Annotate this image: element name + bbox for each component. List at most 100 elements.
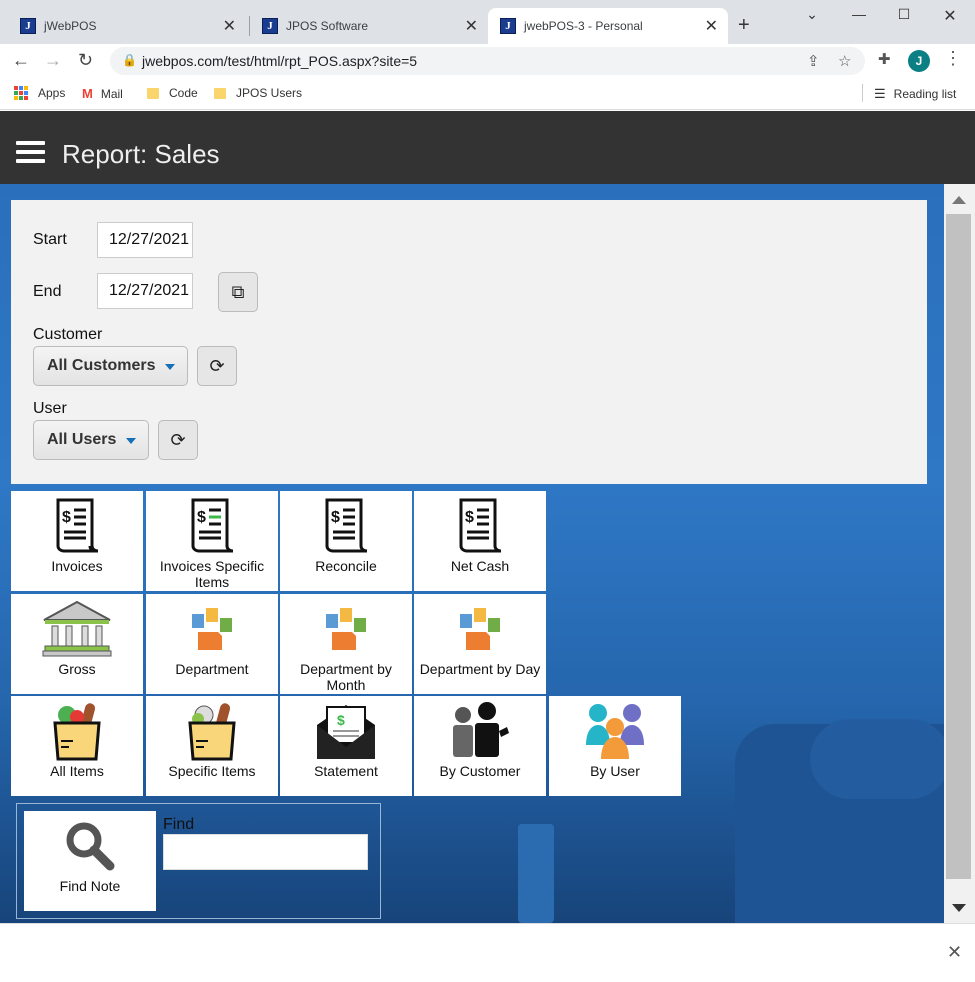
tile-label: Net Cash [450, 558, 510, 574]
customer-label: Customer [33, 326, 103, 343]
refresh-icon: ⟳ [209, 355, 225, 376]
bookmark-code[interactable]: Code [147, 86, 198, 100]
maximize-icon[interactable]: ☐ [889, 6, 919, 23]
all-items-tile[interactable]: All Items [11, 696, 143, 796]
back-icon[interactable]: ← [12, 50, 30, 71]
new-tab-icon[interactable]: + [738, 14, 750, 37]
invoices-tile[interactable]: $ Invoices [11, 491, 143, 591]
scrollbar-thumb[interactable] [946, 214, 971, 879]
gmail-icon: M [82, 86, 93, 101]
reading-list[interactable]: ☰ Reading list [874, 86, 956, 102]
lock-icon: 🔒 [122, 53, 137, 67]
tile-label: All Items [50, 763, 104, 779]
vertical-scrollbar[interactable] [944, 184, 975, 923]
star-icon[interactable]: ☆ [838, 52, 851, 70]
browser-tab-jwebpos[interactable]: J jWebPOS ✕ [8, 8, 246, 44]
tile-label: Statement [314, 763, 378, 779]
end-label: End [33, 283, 62, 300]
tile-label: Reconcile [315, 558, 377, 574]
specific-items-tile[interactable]: Specific Items [146, 696, 278, 796]
reconcile-tile[interactable]: $ Reconcile [280, 491, 412, 591]
minimize-icon[interactable]: — [844, 6, 874, 22]
bookmark-label: Mail [100, 86, 123, 101]
tab-title: jWebPOS [44, 19, 97, 33]
bottom-notification-bar: ✕ [0, 923, 975, 982]
refresh-customers-button[interactable]: ⟳ [197, 346, 237, 386]
more-menu-icon[interactable]: ⋮ [944, 48, 962, 69]
tab-title: JPOS Software [286, 19, 369, 33]
copy-icon: ⧉ [231, 281, 245, 302]
customer-dropdown[interactable]: All Customers [33, 346, 188, 386]
statement-tile[interactable]: $ Statement [280, 696, 412, 796]
user-label: User [33, 400, 67, 417]
tile-label: Gross [58, 661, 96, 677]
bookmarks-bar: Apps M Mail Code JPOS Users ☰ Reading li… [0, 78, 975, 110]
receipt-icon: $ [280, 497, 412, 555]
start-date-input[interactable]: 12/27/2021 [97, 222, 193, 258]
extensions-icon[interactable]: ✚ [878, 50, 891, 68]
browser-tab-jwebpos-personal[interactable]: J jwebPOS-3 - Personal ✕ [488, 8, 728, 44]
customer-selected: All Customers [47, 357, 156, 374]
report-content: Start 12/27/2021 End 12/27/2021 ⧉ Custom… [0, 184, 944, 923]
hamburger-menu-icon[interactable] [16, 141, 45, 165]
end-date-input[interactable]: 12/27/2021 [97, 273, 193, 309]
user-dropdown[interactable]: All Users [33, 420, 149, 460]
reload-icon[interactable]: ↻ [78, 50, 93, 71]
net-cash-tile[interactable]: $ Net Cash [414, 491, 546, 591]
bookmark-jpos-users[interactable]: JPOS Users [214, 86, 302, 100]
svg-text:$: $ [337, 712, 345, 728]
department-by-day-tile[interactable]: Department by Day [414, 594, 546, 694]
invoices-specific-items-tile[interactable]: $ Invoices Specific Items [146, 491, 278, 591]
scroll-down-arrow-icon[interactable] [952, 904, 966, 912]
refresh-users-button[interactable]: ⟳ [158, 420, 198, 460]
tab-title: jwebPOS-3 - Personal [524, 19, 643, 33]
tile-label: By Customer [439, 763, 521, 779]
forward-icon[interactable]: → [44, 50, 62, 71]
find-note-tile[interactable]: Find Note [24, 811, 156, 911]
tile-label: Department by Day [419, 661, 541, 677]
find-input[interactable] [163, 834, 368, 870]
grocery-bag-icon [146, 702, 278, 761]
profile-avatar[interactable]: J [908, 50, 930, 72]
gross-tile[interactable]: Gross [11, 594, 143, 694]
close-icon[interactable]: ✕ [465, 16, 478, 36]
refresh-icon: ⟳ [170, 429, 186, 450]
browser-tab-jpos-software[interactable]: J JPOS Software ✕ [250, 8, 488, 44]
bookmark-mail[interactable]: M Mail [82, 86, 123, 101]
copy-date-button[interactable]: ⧉ [218, 272, 258, 312]
close-icon[interactable]: ✕ [223, 16, 236, 36]
share-icon[interactable]: ⇪ [807, 52, 820, 70]
envelope-statement-icon: $ [280, 702, 412, 760]
department-icon [414, 600, 546, 658]
window-close-icon[interactable]: ✕ [935, 6, 965, 26]
reading-list-icon: ☰ [874, 86, 886, 101]
bookmark-apps[interactable]: Apps [14, 86, 65, 100]
department-tile[interactable]: Department [146, 594, 278, 694]
folder-icon [147, 87, 159, 99]
customer-icon [414, 702, 546, 760]
by-customer-tile[interactable]: By Customer [414, 696, 546, 796]
department-icon [280, 600, 412, 658]
bank-icon [11, 600, 143, 658]
app-header: Report: Sales [0, 111, 975, 184]
jpos-favicon-icon: J [262, 18, 278, 34]
grocery-bag-icon [11, 702, 143, 761]
department-by-month-tile[interactable]: Department by Month [280, 594, 412, 694]
department-icon [146, 600, 278, 658]
browser-toolbar: ← → ↻ 🔒 jwebpos.com/test/html/rpt_POS.as… [0, 44, 975, 78]
url-text[interactable]: jwebpos.com/test/html/rpt_POS.aspx?site=… [142, 53, 417, 69]
close-icon[interactable]: ✕ [947, 942, 962, 963]
tile-label: Specific Items [168, 763, 256, 779]
tile-label: Invoices Specific Items [159, 558, 265, 590]
caret-down-icon [165, 364, 175, 370]
address-bar[interactable]: 🔒 jwebpos.com/test/html/rpt_POS.aspx?sit… [110, 47, 865, 75]
bookmark-divider [862, 84, 863, 102]
tile-label: Invoices [51, 558, 103, 574]
pillow-background [810, 719, 944, 799]
reading-list-label: Reading list [893, 87, 957, 101]
by-user-tile[interactable]: By User [549, 696, 681, 796]
find-label: Find [163, 816, 195, 833]
close-icon[interactable]: ✕ [705, 16, 718, 36]
tab-search-icon[interactable]: ⌄ [797, 6, 827, 23]
scroll-up-arrow-icon[interactable] [952, 196, 966, 204]
